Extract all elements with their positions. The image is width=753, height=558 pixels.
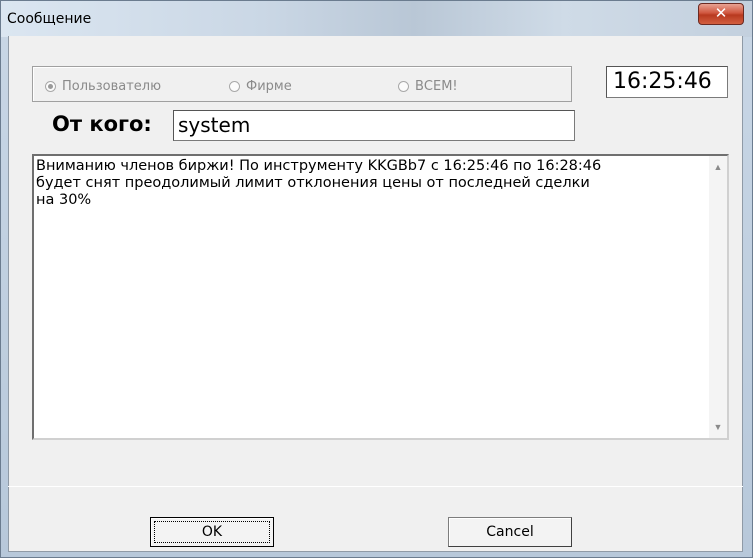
- cancel-button-label: Cancel: [486, 524, 534, 540]
- radio-firm-label: Фирме: [246, 78, 292, 94]
- sender-label: От кого:: [52, 112, 152, 136]
- radio-all-label: ВСЕМ!: [415, 78, 458, 94]
- radio-firm[interactable]: Фирме: [229, 78, 292, 94]
- time-field: 16:25:46: [606, 66, 728, 98]
- title-bar[interactable]: Сообщение ✕: [1, 1, 752, 37]
- sender-field[interactable]: system: [173, 110, 575, 141]
- close-icon: ✕: [714, 4, 728, 22]
- radio-user[interactable]: Пользователю: [45, 78, 162, 94]
- window-title: Сообщение: [7, 11, 92, 27]
- radio-user-indicator: [45, 80, 56, 92]
- radio-firm-indicator: [229, 80, 240, 92]
- vertical-scrollbar[interactable]: ▲ ▼: [709, 156, 727, 438]
- panel-divider: [8, 486, 743, 487]
- radio-user-label: Пользователю: [62, 78, 162, 94]
- message-textarea[interactable]: Вниманию членов биржи! По инструменту KK…: [32, 154, 729, 440]
- cancel-button[interactable]: Cancel: [448, 517, 572, 547]
- ok-button[interactable]: OK: [150, 517, 274, 547]
- radio-all[interactable]: ВСЕМ!: [398, 78, 458, 94]
- close-button[interactable]: ✕: [698, 3, 744, 25]
- scroll-up-icon[interactable]: ▲: [709, 158, 727, 176]
- radio-all-indicator: [398, 80, 409, 92]
- ok-focus-ring: [154, 521, 270, 543]
- scroll-down-icon[interactable]: ▼: [709, 418, 727, 436]
- button-panel: [8, 486, 743, 552]
- message-text: Вниманию членов биржи! По инструменту KK…: [36, 158, 602, 208]
